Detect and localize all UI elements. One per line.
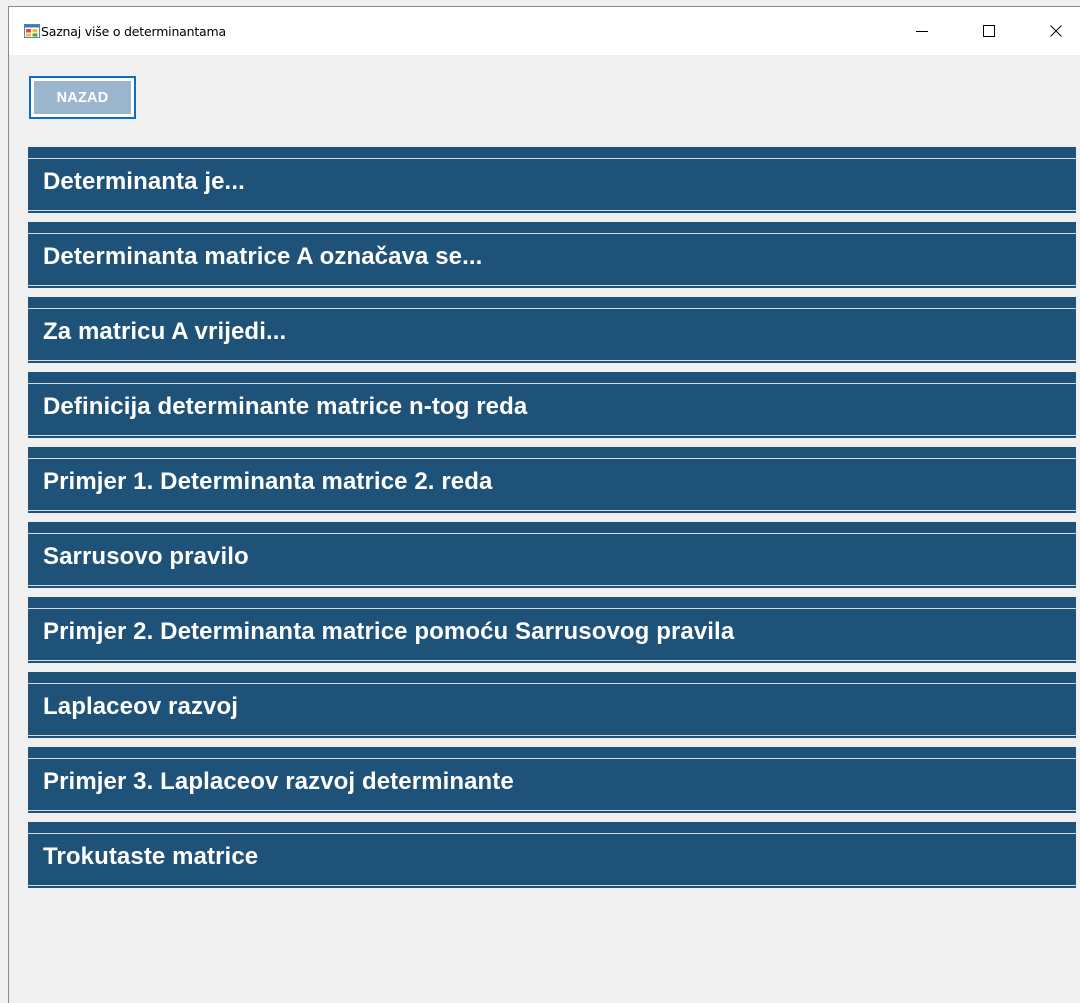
topic-label: Primjer 2. Determinanta matrice pomoću S… [43, 618, 735, 645]
topic-button-sarrus-rule[interactable]: Sarrusovo pravilo [28, 522, 1076, 588]
topic-label: Za matricu A vrijedi... [43, 318, 287, 345]
topic-button-definition[interactable]: Determinanta je... [28, 147, 1076, 213]
app-form-icon [24, 24, 40, 38]
maximize-icon [983, 25, 995, 37]
topic-list: Determinanta je... Determinanta matrice … [28, 147, 1076, 897]
back-button-label: NAZAD [34, 81, 131, 114]
window-title: Saznaj više o determinantama [41, 24, 226, 39]
topic-label: Trokutaste matrice [43, 843, 259, 870]
topic-button-properties[interactable]: Za matricu A vrijedi... [28, 297, 1076, 363]
topic-button-example-1[interactable]: Primjer 1. Determinanta matrice 2. reda [28, 447, 1076, 513]
close-button[interactable] [1033, 7, 1079, 55]
back-button[interactable]: NAZAD [29, 76, 136, 119]
topic-label: Sarrusovo pravilo [43, 543, 249, 570]
topic-label: Definicija determinante matrice n-tog re… [43, 393, 528, 420]
title-bar[interactable]: Saznaj više o determinantama [9, 7, 1080, 55]
topic-label: Laplaceov razvoj [43, 693, 239, 720]
topic-button-nth-order-definition[interactable]: Definicija determinante matrice n-tog re… [28, 372, 1076, 438]
topic-label: Determinanta matrice A označava se... [43, 243, 483, 270]
topic-button-example-3[interactable]: Primjer 3. Laplaceov razvoj determinante [28, 747, 1076, 813]
topic-button-example-2[interactable]: Primjer 2. Determinanta matrice pomoću S… [28, 597, 1076, 663]
topic-label: Determinanta je... [43, 168, 245, 195]
minimize-button[interactable] [899, 7, 945, 55]
close-icon [1050, 25, 1062, 37]
topic-button-notation[interactable]: Determinanta matrice A označava se... [28, 222, 1076, 288]
topic-button-triangular-matrices[interactable]: Trokutaste matrice [28, 822, 1076, 888]
topic-label: Primjer 3. Laplaceov razvoj determinante [43, 768, 514, 795]
maximize-button[interactable] [966, 7, 1012, 55]
app-window: Saznaj više o determinantama NAZAD Deter… [8, 6, 1080, 1003]
topic-label: Primjer 1. Determinanta matrice 2. reda [43, 468, 493, 495]
topic-button-laplace-expansion[interactable]: Laplaceov razvoj [28, 672, 1076, 738]
minimize-icon [916, 31, 928, 32]
